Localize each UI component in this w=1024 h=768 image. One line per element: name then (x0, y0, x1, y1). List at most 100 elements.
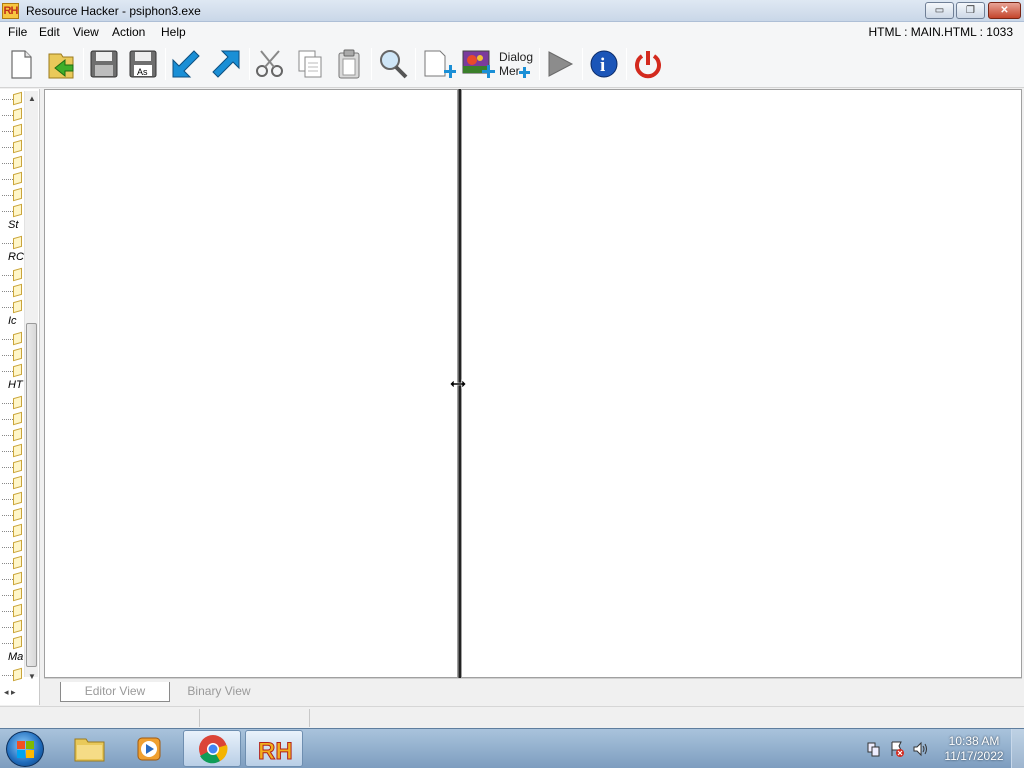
tree-leaf-item[interactable] (0, 235, 24, 251)
scroll-down-arrow[interactable]: ▼ (28, 672, 36, 681)
compile-back-button[interactable] (168, 46, 204, 82)
menu-file[interactable]: File (8, 25, 27, 39)
start-button[interactable] (6, 731, 44, 767)
tree-category-html[interactable]: HT (8, 379, 23, 391)
menu-edit[interactable]: Edit (39, 25, 60, 39)
power-icon (635, 51, 661, 79)
tree-leaf-item[interactable] (0, 411, 24, 427)
close-button[interactable]: ✕ (988, 2, 1021, 19)
copy-button[interactable] (292, 46, 328, 82)
paste-button[interactable] (331, 46, 367, 82)
tree-leaf-item[interactable] (0, 491, 24, 507)
tree-leaf-item[interactable] (0, 571, 24, 587)
action-center-icon[interactable] (891, 741, 904, 757)
app-icon[interactable]: RH (2, 3, 19, 19)
menu-view[interactable]: View (73, 25, 99, 39)
minimize-button[interactable]: ▭ (925, 2, 954, 19)
copy-icon (298, 50, 322, 78)
tree-leaf-item[interactable] (0, 507, 24, 523)
tree-connector (2, 451, 13, 452)
add-image-button[interactable] (460, 46, 496, 82)
tree-category-icon-group[interactable]: Ic (8, 315, 17, 327)
new-file-button[interactable] (3, 46, 39, 82)
network-icon[interactable] (867, 742, 880, 757)
tree-leaf-item[interactable] (0, 91, 24, 107)
tree-leaf-item[interactable] (0, 619, 24, 635)
tree-category-string-table[interactable]: St (8, 219, 18, 231)
tree-leaf-item[interactable] (0, 539, 24, 555)
tree-vertical-scrollbar[interactable]: ▲ ▼ (24, 91, 38, 681)
cut-button[interactable] (253, 46, 289, 82)
tree-leaf-item[interactable] (0, 171, 24, 187)
preview-pane[interactable] (461, 89, 1022, 678)
taskbar-resource-hacker[interactable]: RH (245, 730, 303, 767)
tree-connector (2, 643, 13, 644)
tree-leaf-item[interactable] (0, 283, 24, 299)
tree-leaf-item[interactable] (0, 267, 24, 283)
taskbar-media-player[interactable] (120, 730, 178, 767)
resource-leaf-icon (13, 523, 22, 538)
resource-leaf-icon (13, 155, 22, 170)
run-button[interactable] (542, 46, 578, 82)
tree-leaf-item[interactable] (0, 443, 24, 459)
resource-leaf-icon (13, 187, 22, 202)
resource-leaf-icon (13, 571, 22, 586)
tree-connector (2, 595, 13, 596)
taskbar-explorer[interactable] (60, 730, 118, 767)
tree-leaf-item[interactable] (0, 331, 24, 347)
resource-leaf-icon (13, 555, 22, 570)
find-button[interactable] (375, 46, 411, 82)
menu-action[interactable]: Action (112, 25, 145, 39)
tab-binary-view[interactable]: Binary View (178, 682, 260, 702)
about-button[interactable]: i (586, 46, 622, 82)
editor-tabs: Editor View Binary View (44, 678, 1022, 705)
scroll-up-arrow[interactable]: ▲ (28, 94, 36, 103)
system-tray (866, 739, 936, 759)
tree-leaf-item[interactable] (0, 155, 24, 171)
tree-leaf-item[interactable] (0, 107, 24, 123)
tree-leaf-item[interactable] (0, 299, 24, 315)
tree-leaf-item[interactable] (0, 523, 24, 539)
tree-leaf-item[interactable] (0, 587, 24, 603)
tree-connector (2, 547, 13, 548)
tree-leaf-item[interactable] (0, 187, 24, 203)
tree-leaf-item[interactable] (0, 459, 24, 475)
exit-button[interactable] (630, 46, 666, 82)
tree-leaf-item[interactable] (0, 363, 24, 379)
tree-leaf-item[interactable] (0, 667, 24, 683)
compile-forward-button[interactable] (208, 46, 244, 82)
resource-leaf-icon (13, 123, 22, 138)
save-as-button[interactable]: As (125, 46, 161, 82)
tree-category-rcdata[interactable]: RC (8, 251, 24, 263)
editor-text-pane[interactable] (44, 89, 458, 678)
tree-horizontal-scroll[interactable]: ◂ ▸ (0, 687, 24, 701)
tab-editor-view[interactable]: Editor View (60, 682, 170, 702)
dialog-menu-button[interactable]: Dialog Mer (497, 46, 535, 82)
tree-connector (2, 371, 13, 372)
open-button[interactable] (43, 46, 79, 82)
tree-leaf-item[interactable] (0, 475, 24, 491)
tree-leaf-item[interactable] (0, 139, 24, 155)
tree-leaf-item[interactable] (0, 603, 24, 619)
tree-leaf-item[interactable] (0, 395, 24, 411)
tree-leaf-item[interactable] (0, 427, 24, 443)
tree-leaf-item[interactable] (0, 203, 24, 219)
save-button[interactable] (86, 46, 122, 82)
clock[interactable]: 10:38 AM 11/17/2022 (940, 734, 1008, 764)
resource-leaf-icon (13, 603, 22, 618)
resource-leaf-icon (13, 299, 22, 314)
menu-help[interactable]: Help (161, 25, 186, 39)
add-resource-button[interactable] (420, 46, 456, 82)
show-desktop-button[interactable] (1011, 729, 1024, 768)
tree-leaf-item[interactable] (0, 635, 24, 651)
tree-leaf-item[interactable] (0, 123, 24, 139)
volume-icon[interactable] (913, 741, 927, 757)
tree-connector (2, 99, 13, 100)
scrollbar-thumb[interactable] (26, 323, 37, 667)
tree-category-manifest[interactable]: Ma (8, 651, 23, 663)
restore-button[interactable]: ❐ (956, 2, 985, 19)
tree-leaf-item[interactable] (0, 555, 24, 571)
tree-leaf-item[interactable] (0, 347, 24, 363)
taskbar-chrome[interactable] (183, 730, 241, 767)
title-bar: RH Resource Hacker - psiphon3.exe ▭ ❐ ✕ (0, 0, 1024, 22)
